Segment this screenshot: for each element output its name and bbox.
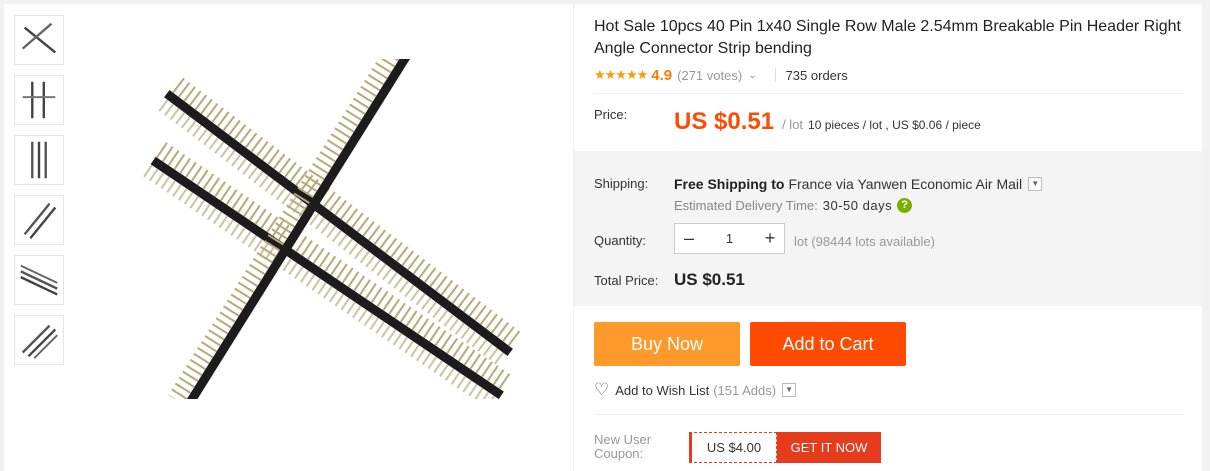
delivery-label: Estimated Delivery Time: — [674, 198, 818, 213]
shipping-section: Shipping: Free Shipping to France via Ya… — [574, 151, 1202, 306]
thumbnail-5[interactable] — [14, 255, 64, 305]
thumbnail-2[interactable] — [14, 75, 64, 125]
heart-icon[interactable]: ♡ — [594, 380, 609, 400]
add-to-wishlist-link[interactable]: Add to Wish List — [615, 383, 709, 398]
quantity-availability: lot (98444 lots available) — [794, 234, 935, 249]
pin-header-illustration — [142, 59, 524, 399]
free-shipping-text: Free Shipping to — [674, 176, 785, 192]
product-info: Hot Sale 10pcs 40 Pin 1x40 Single Row Ma… — [574, 4, 1202, 471]
product-card: Hot Sale 10pcs 40 Pin 1x40 Single Row Ma… — [4, 4, 1202, 471]
rating-stars-icon: ★★★★★ — [594, 67, 648, 82]
thumbnail-3[interactable] — [14, 135, 64, 185]
quantity-input[interactable]: 1 — [703, 231, 756, 246]
coupon-label: New User Coupon: — [594, 432, 652, 461]
rating-row: ★★★★★ 4.9 (271 votes) ⌄ 735 orders — [594, 66, 848, 84]
price-unit: / lot — [782, 117, 804, 132]
quantity-label: Quantity: — [594, 233, 647, 248]
price-value: US $0.51 — [674, 108, 775, 135]
wishlist-dropdown-icon[interactable]: ▼ — [782, 383, 797, 397]
shipping-dropdown-icon[interactable]: ▼ — [1028, 177, 1043, 191]
wishlist-count: (151 Adds) — [713, 382, 777, 398]
price-detail: 10 pieces / lot , US $0.06 / piece — [808, 118, 981, 132]
quantity-decrease-button[interactable]: – — [675, 228, 703, 249]
price-label: Price: — [594, 107, 628, 122]
main-product-image[interactable] — [99, 59, 569, 399]
total-price-value: US $0.51 — [674, 270, 745, 289]
thumbnail-list — [14, 15, 66, 375]
get-coupon-button[interactable]: GET IT NOW — [777, 432, 881, 463]
coupon-amount: US $4.00 — [689, 432, 777, 463]
delivery-days: 30-50 days — [822, 198, 893, 213]
buy-now-button[interactable]: Buy Now — [594, 322, 740, 366]
wishlist-row: ♡ Add to Wish List (151 Adds) ▼ — [594, 380, 797, 400]
votes-link[interactable]: (271 votes) — [677, 68, 742, 83]
rating-separator — [774, 68, 776, 82]
add-to-cart-button[interactable]: Add to Cart — [750, 322, 906, 366]
price-row: US $0.51 / lot 10 pieces / lot , US $0.0… — [674, 108, 981, 136]
thumbnail-6[interactable] — [14, 315, 64, 365]
quantity-stepper: – 1 + — [674, 223, 785, 254]
thumbnail-1[interactable] — [14, 15, 64, 65]
divider — [594, 414, 1184, 415]
thumbnail-4[interactable] — [14, 195, 64, 245]
quantity-increase-button[interactable]: + — [756, 228, 784, 249]
rating-value: 4.9 — [651, 66, 673, 84]
help-icon[interactable]: ? — [897, 198, 913, 213]
chevron-down-icon[interactable]: ⌄ — [748, 70, 756, 81]
delivery-time: Estimated Delivery Time: 30-50 days ? — [674, 198, 913, 213]
divider — [594, 93, 1184, 94]
product-title: Hot Sale 10pcs 40 Pin 1x40 Single Row Ma… — [594, 18, 1181, 57]
shipping-destination: France via Yanwen Economic Air Mail — [788, 176, 1023, 192]
orders-count: 735 orders — [785, 67, 848, 83]
new-user-coupon: US $4.00 GET IT NOW — [689, 432, 881, 463]
total-price-label: Total Price: — [594, 273, 659, 288]
shipping-label: Shipping: — [594, 176, 649, 191]
shipping-method: Free Shipping to France via Yanwen Econo… — [674, 176, 1043, 192]
